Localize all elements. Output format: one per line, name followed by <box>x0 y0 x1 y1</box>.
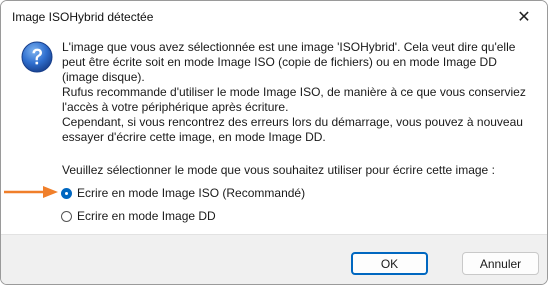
radio-iso-button[interactable] <box>61 187 72 199</box>
dialog-message: L'image que vous avez sélectionnée est u… <box>62 40 532 145</box>
dialog-content: L'image que vous avez sélectionnée est u… <box>1 32 547 234</box>
radio-iso-label[interactable]: Ecrire en mode Image ISO (Recommandé) <box>77 186 305 200</box>
radio-dd-button[interactable] <box>61 210 72 222</box>
message-paragraph-2: Rufus recommande d'utiliser le mode Imag… <box>62 85 526 114</box>
radio-option-iso[interactable]: Ecrire en mode Image ISO (Recommandé) <box>61 186 305 200</box>
close-button[interactable]: ✕ <box>501 1 547 32</box>
dialog-window: Image ISOHybrid détectée ✕ L'image que v… <box>0 0 548 285</box>
title-bar: Image ISOHybrid détectée ✕ <box>1 1 547 32</box>
close-icon: ✕ <box>517 8 531 26</box>
mode-prompt: Veuillez sélectionner le mode que vous s… <box>62 163 495 177</box>
ok-button[interactable]: OK <box>351 252 428 275</box>
radio-option-dd[interactable]: Ecrire en mode Image DD <box>61 209 216 223</box>
radio-dd-label[interactable]: Ecrire en mode Image DD <box>77 209 216 223</box>
question-icon <box>21 41 53 73</box>
message-paragraph-3: Cependant, si vous rencontrez des erreur… <box>62 115 523 144</box>
cancel-button[interactable]: Annuler <box>462 252 539 275</box>
orange-arrow-icon <box>4 186 58 198</box>
button-bar: OK Annuler <box>1 234 547 284</box>
window-title: Image ISOHybrid détectée <box>12 10 154 24</box>
message-paragraph-1: L'image que vous avez sélectionnée est u… <box>62 40 516 84</box>
